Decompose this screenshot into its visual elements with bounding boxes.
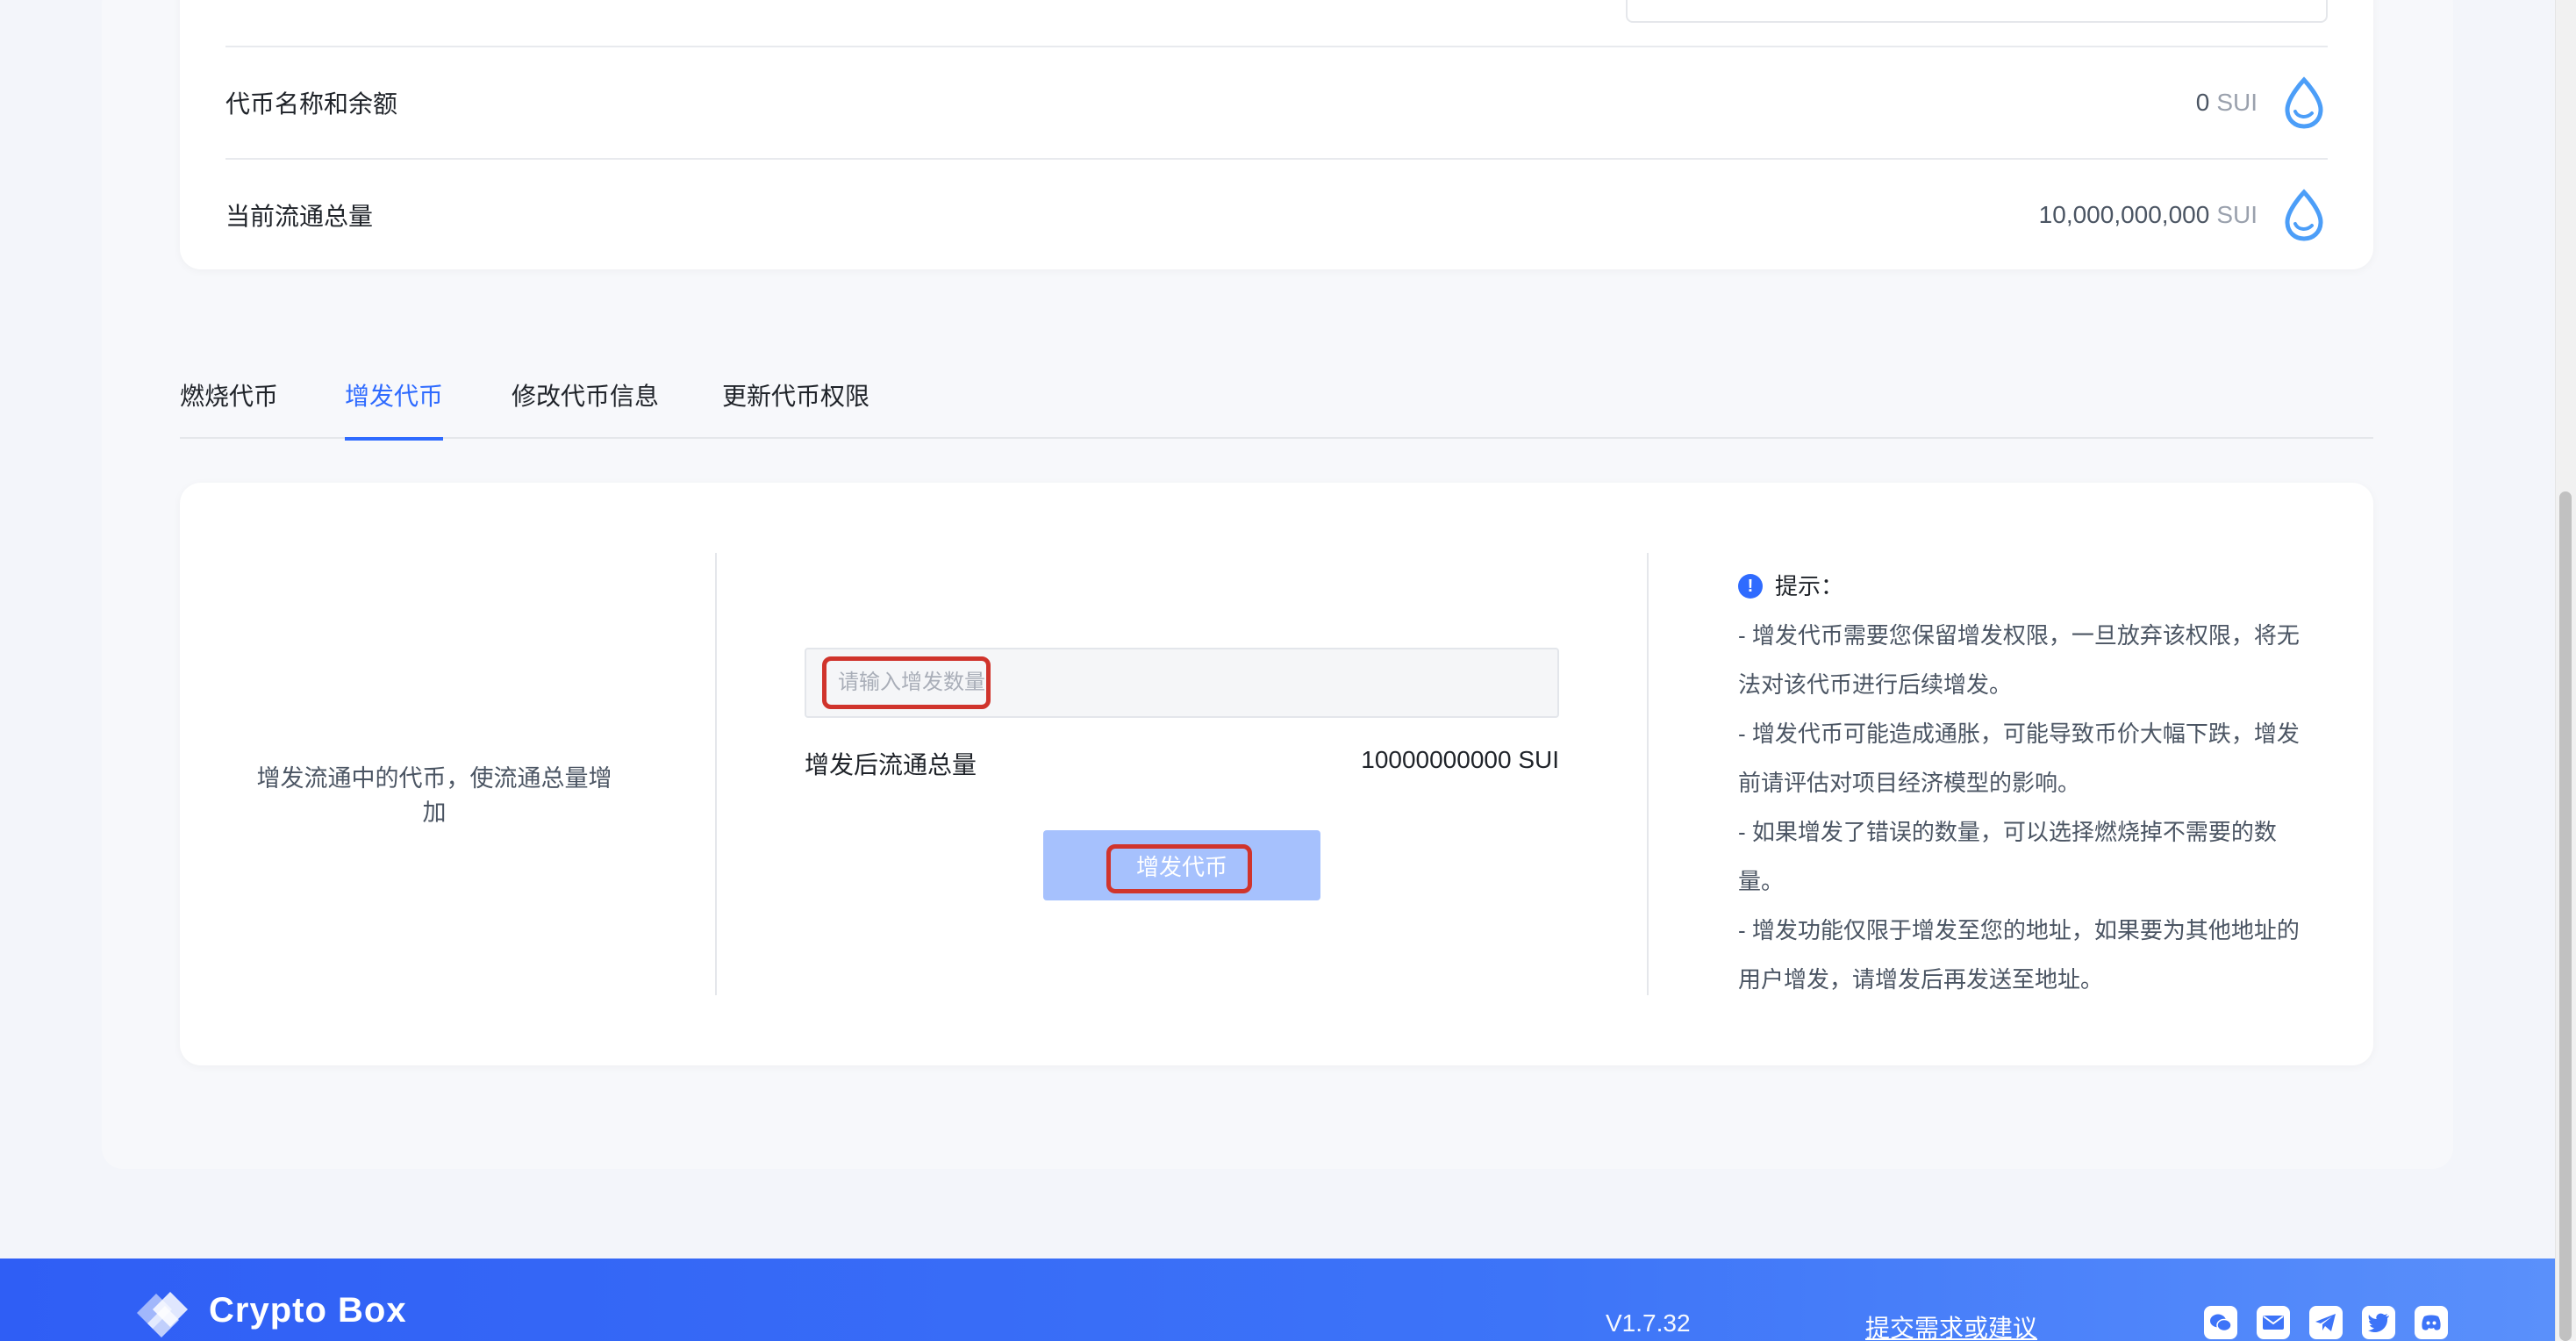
balance-label: 代币名称和余额: [225, 90, 398, 118]
supply-value: 10,000,000,000 SUI: [2039, 189, 2328, 241]
mail-icon[interactable]: [2257, 1306, 2290, 1339]
sui-drop-icon: [2285, 76, 2323, 129]
tip-line: - 增发代币可能造成通胀，可能导致币价大幅下跌，增发前请评估对项目经济模型的影响…: [1738, 721, 2300, 796]
supply-unit: SUI: [2216, 201, 2258, 228]
after-supply-label: 增发后流通总量: [805, 751, 977, 778]
feedback-link[interactable]: 提交需求或建议: [1865, 1309, 2037, 1341]
twitter-icon[interactable]: [2362, 1306, 2395, 1339]
crypto-box-logo-icon: [137, 1292, 188, 1337]
logo-text: Crypto Box: [209, 1290, 407, 1330]
tips-title: ! 提示：: [1738, 562, 2317, 611]
mint-description: 增发流通中的代币，使流通总量增加: [256, 765, 612, 826]
version-label: V1.7.32: [1606, 1309, 1691, 1337]
token-info-card: 代币名称和余额 0 SUI 当前流通总量 10,000,000,000 SUI: [180, 0, 2373, 269]
mint-button[interactable]: 增发代币: [1043, 830, 1320, 900]
wechat-icon[interactable]: [2204, 1306, 2237, 1339]
action-tabs: 燃烧代币 增发代币 修改代币信息 更新代币权限: [180, 369, 2373, 441]
footer: Crypto Box V1.7.32 提交需求或建议: [0, 1259, 2555, 1341]
divider: [715, 553, 717, 995]
balance-unit: SUI: [2216, 89, 2258, 116]
after-supply-row: 增发后流通总量 10000000000 SUI: [805, 746, 1559, 781]
info-icon: !: [1738, 574, 1763, 599]
tab-edit-info[interactable]: 修改代币信息: [512, 377, 659, 439]
telegram-icon[interactable]: [2309, 1306, 2343, 1339]
scrollbar[interactable]: [2555, 0, 2576, 1341]
social-links: [2204, 1306, 2448, 1339]
tips-panel: ! 提示： - 增发代币需要您保留增发权限，一旦放弃该权限，将无法对该代币进行后…: [1738, 562, 2317, 1004]
supply-amount: 10,000,000,000: [2038, 201, 2210, 228]
balance-amount: 0: [2195, 89, 2210, 116]
after-supply-value: 10000000000 SUI: [1361, 746, 1559, 773]
top-input-field[interactable]: [1626, 0, 2328, 23]
divider: [1647, 553, 1649, 995]
logo[interactable]: Crypto Box: [128, 1280, 407, 1341]
balance-row: 代币名称和余额 0 SUI: [225, 46, 2328, 158]
mint-card: 增发流通中的代币，使流通总量增加 增发后流通总量 10000000000 SUI…: [180, 483, 2373, 1065]
supply-label: 当前流通总量: [225, 203, 374, 230]
discord-icon[interactable]: [2415, 1306, 2448, 1339]
scrollbar-thumb[interactable]: [2559, 491, 2572, 1341]
sui-drop-icon: [2285, 189, 2323, 241]
tab-update-permissions[interactable]: 更新代币权限: [722, 377, 869, 439]
tab-mint[interactable]: 增发代币: [345, 377, 444, 441]
tab-burn[interactable]: 燃烧代币: [180, 377, 278, 439]
tip-line: - 增发功能仅限于增发至您的地址，如果要为其他地址的用户增发，请增发后再发送至地…: [1738, 917, 2300, 993]
tips-title-text: 提示：: [1775, 573, 1844, 599]
balance-value: 0 SUI: [2196, 76, 2328, 129]
tip-line: - 增发代币需要您保留增发权限，一旦放弃该权限，将无法对该代币进行后续增发。: [1738, 622, 2300, 698]
mint-amount-input[interactable]: [805, 648, 1559, 718]
tip-line: - 如果增发了错误的数量，可以选择燃烧掉不需要的数量。: [1738, 819, 2277, 894]
supply-row: 当前流通总量 10,000,000,000 SUI: [225, 158, 2328, 270]
